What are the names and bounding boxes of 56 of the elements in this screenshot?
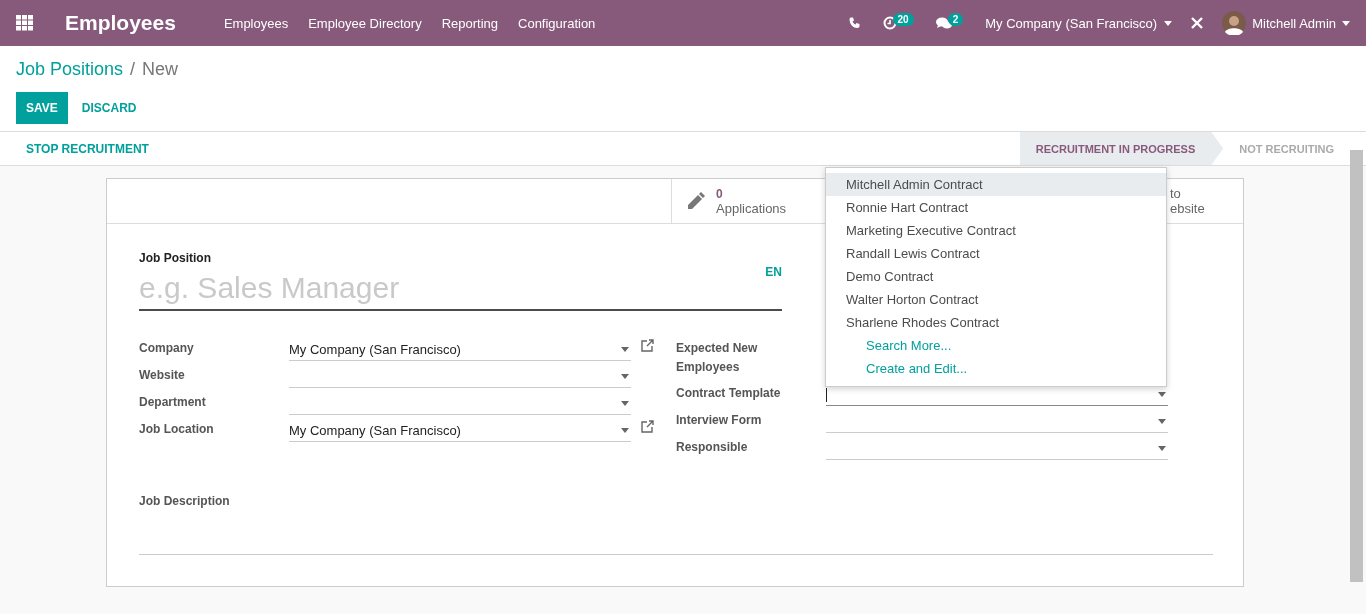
caret-icon (621, 374, 629, 379)
field-label: Company (139, 340, 195, 357)
caret-icon (621, 401, 629, 406)
company-switcher[interactable]: My Company (San Francisco) (985, 15, 1173, 31)
caret-icon (1164, 20, 1173, 26)
breadcrumb-separator: / (130, 58, 136, 80)
field-label: Website (139, 367, 186, 384)
apps-menu-icon[interactable] (16, 15, 34, 31)
caret-icon (1158, 392, 1166, 397)
app-title: Employees (65, 11, 176, 35)
caret-icon (1158, 419, 1166, 424)
breadcrumb-current: New (142, 58, 179, 80)
breadcrumb-link[interactable]: Job Positions (16, 58, 124, 80)
dropdown-option[interactable]: Randall Lewis Contract (826, 242, 1166, 265)
caret-icon (621, 428, 629, 433)
status-stage[interactable]: RECRUITMENT IN PROGRESS (1019, 132, 1224, 165)
field-label: Job Description (139, 494, 231, 508)
clock-icon[interactable] (882, 16, 897, 30)
discard-button[interactable]: DISCARD (71, 92, 147, 124)
field-label: Job Location (139, 421, 215, 438)
menu-item[interactable]: Reporting (441, 15, 498, 31)
dropdown-option[interactable]: Demo Contract (826, 265, 1166, 288)
external-link-icon[interactable] (641, 420, 654, 433)
dropdown-link[interactable]: Search More... (826, 334, 1166, 357)
dropdown-option[interactable]: Sharlene Rhodes Contract (826, 311, 1166, 334)
menu-item[interactable]: Employees (223, 15, 289, 31)
menu-item[interactable]: Employee Directory (308, 15, 422, 31)
dropdown-link[interactable]: Create and Edit... (826, 357, 1166, 380)
dropdown-option[interactable]: Ronnie Hart Contract (826, 196, 1166, 219)
select-field[interactable]: My Company (San Francisco) (289, 339, 631, 361)
field-label: Expected New Employees (676, 340, 759, 376)
dropdown-option[interactable]: Mitchell Admin Contract (826, 173, 1166, 196)
user-menu[interactable]: Mitchell Admin (1222, 11, 1350, 35)
activity-count-badge: 20 (892, 12, 914, 26)
avatar-icon (1222, 11, 1247, 35)
stop-recruitment-button[interactable]: STOP RECRUITMENT (0, 132, 175, 165)
field-label: Contract Template (676, 385, 782, 402)
dropdown-option[interactable]: Walter Horton Contract (826, 288, 1166, 311)
save-button[interactable]: SAVE (16, 92, 68, 124)
field-label: Department (139, 394, 207, 411)
language-button[interactable]: EN (765, 265, 782, 279)
field-label: Interview Form (676, 412, 763, 429)
caret-icon (1342, 20, 1350, 26)
chat-icon[interactable] (935, 16, 952, 30)
phone-icon[interactable] (848, 17, 861, 29)
scrollbar[interactable] (1350, 150, 1363, 582)
message-count-badge: 2 (947, 12, 964, 26)
external-link-icon[interactable] (641, 339, 654, 352)
field-label: Responsible (676, 439, 749, 456)
menu-item[interactable]: Configuration (518, 15, 596, 31)
caret-icon (621, 347, 629, 352)
dropdown-option[interactable]: Marketing Executive Contract (826, 219, 1166, 242)
pencil-icon (686, 191, 706, 211)
select-field[interactable]: My Company (San Francisco) (289, 420, 631, 442)
field-label: Job Position (139, 251, 211, 265)
caret-icon (1158, 446, 1166, 451)
